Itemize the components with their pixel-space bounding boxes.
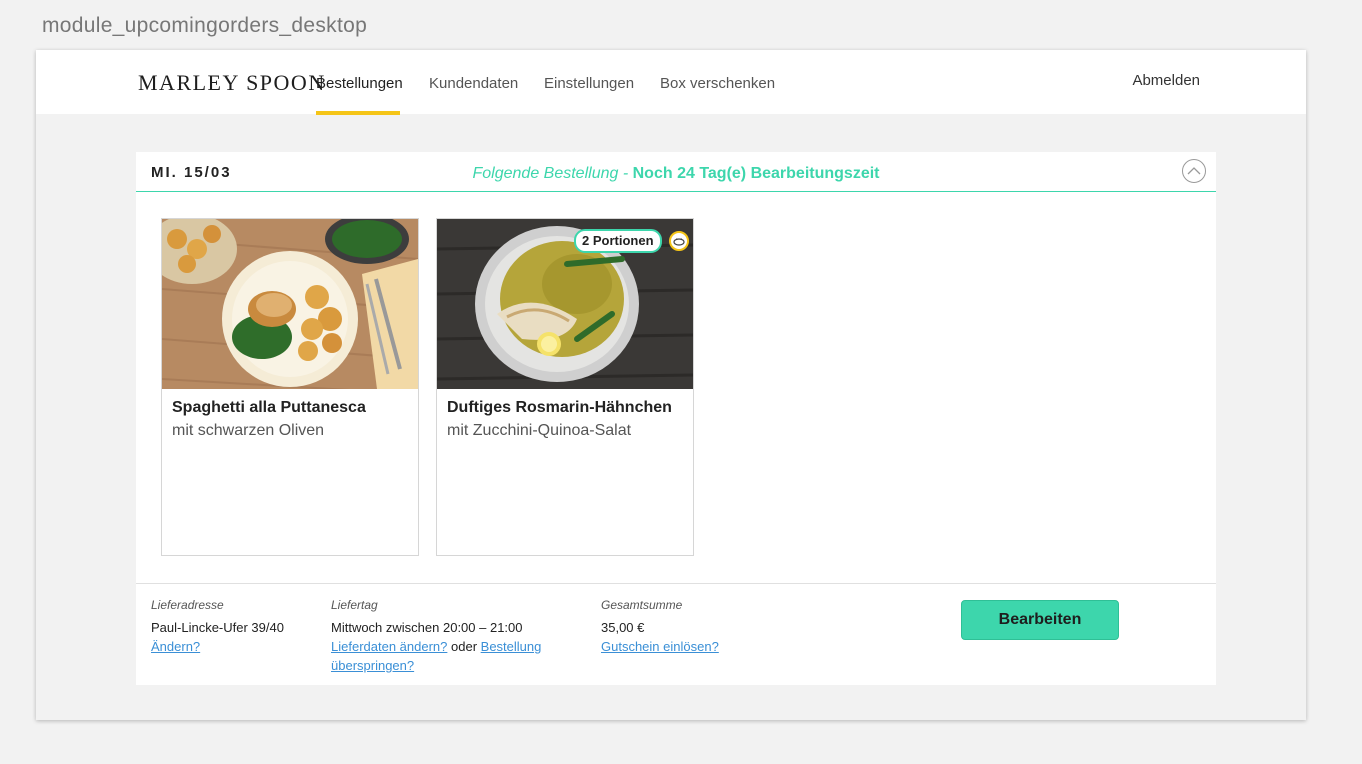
redeem-voucher-link[interactable]: Gutschein einlösen? [601,639,719,654]
or-text: oder [451,639,478,654]
recipe-card[interactable]: 2 Portionen Duftiges Rosmarin-Hähnchen m… [436,218,694,556]
logout-link[interactable]: Abmelden [1132,72,1200,89]
active-nav-indicator [316,111,400,115]
top-header: MARLEY SPOON Bestellungen Kundendaten Ei… [36,50,1306,115]
page-frame: MARLEY SPOON Bestellungen Kundendaten Ei… [36,50,1306,720]
change-delivery-link[interactable]: Lieferdaten ändern? [331,639,447,654]
status-separator: - [622,165,629,182]
recipe-title: Spaghetti alla Puttanesca [172,399,366,416]
brand-logo[interactable]: MARLEY SPOON [138,70,326,96]
change-address-link[interactable]: Ändern? [151,639,200,654]
total-label: Gesamtsumme [601,598,683,612]
delivery-day-value: Mittwoch zwischen 20:00 – 21:00 [331,620,523,635]
delivery-address-section: Lieferadresse Paul-Lincke-Ufer 39/40 Änd… [151,596,321,656]
recipe-subtitle: mit schwarzen Oliven [172,422,325,439]
delivery-day-section: Liefertag Mittwoch zwischen 20:00 – 21:0… [331,596,571,675]
delivery-day-actions: Lieferdaten ändern? oder Bestellung über… [331,637,571,675]
edit-order-button[interactable]: Bearbeiten [961,600,1119,640]
chevron-up-icon [1187,167,1201,175]
total-section: Gesamtsumme 35,00 € Gutschein einlösen? [601,596,801,656]
next-order-label: Folgende Bestellung [472,165,619,182]
recipe-title: Duftiges Rosmarin-Hähnchen [447,399,672,416]
address-label: Lieferadresse [151,598,224,612]
recipe-card[interactable]: Spaghetti alla Puttanesca mit schwarzen … [161,218,419,556]
upcoming-order-card: MI. 15/03 Folgende Bestellung - Noch 24 … [136,152,1216,685]
edit-time-remaining: Noch 24 Tag(e) Bearbeitungszeit [632,165,880,182]
total-value: 35,00 € [601,620,645,635]
food-badge-icon [669,231,689,251]
recipe-image [162,219,418,389]
portions-badge: 2 Portionen [574,229,662,253]
nav-einstellungen[interactable]: Einstellungen [544,75,634,92]
nav-bestellungen[interactable]: Bestellungen [316,75,403,92]
nav-box-verschenken[interactable]: Box verschenken [660,75,775,92]
artboard-label: module_upcomingorders_desktop [42,14,368,37]
recipe-image: 2 Portionen [437,219,693,389]
order-footer: Lieferadresse Paul-Lincke-Ufer 39/40 Änd… [136,583,1216,686]
recipe-subtitle: mit Zucchini-Quinoa-Salat [447,422,632,439]
collapse-button[interactable] [1182,159,1206,183]
address-value: Paul-Lincke-Ufer 39/40 [151,620,284,635]
delivery-day-label: Liefertag [331,598,378,612]
next-order-status: Folgende Bestellung - Noch 24 Tag(e) Bea… [136,165,1216,183]
order-header: MI. 15/03 Folgende Bestellung - Noch 24 … [136,152,1216,192]
nav-kundendaten[interactable]: Kundendaten [429,75,518,92]
